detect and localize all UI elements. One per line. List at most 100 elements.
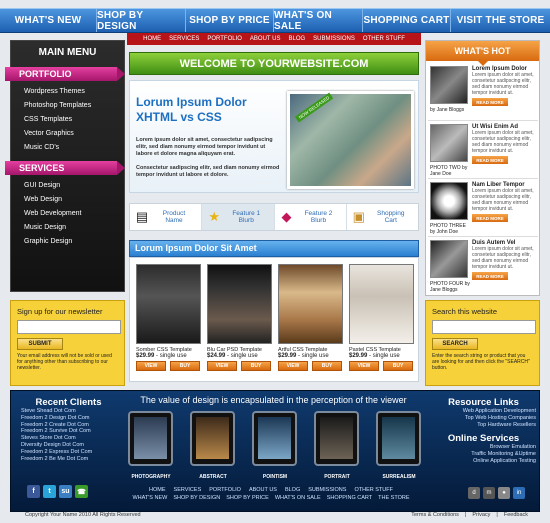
nav-shopping-cart[interactable]: SHOPPING CART <box>363 9 451 32</box>
resource-link[interactable]: Top Web Hosting Companies <box>431 415 536 422</box>
tablet-surrealism[interactable] <box>376 411 421 466</box>
footer-link[interactable]: SERVICES <box>174 487 202 493</box>
hero-image: NOW RELEASED <box>287 91 414 189</box>
hot-thumbnail[interactable] <box>430 66 468 104</box>
footer-link[interactable]: ABOUT US <box>249 487 277 493</box>
footer-link[interactable]: SUBMISSIONS <box>308 487 346 493</box>
subnav-submissions[interactable]: SUBMISSIONS <box>313 36 355 42</box>
feature-cart[interactable]: ▣ Shopping Cart <box>347 204 418 230</box>
stumbleupon-icon[interactable]: su <box>59 485 72 498</box>
footer-link[interactable]: SHOPPING CART <box>327 495 372 501</box>
terms-link[interactable]: Terms & Conditions <box>411 512 459 518</box>
nav-whats-new[interactable]: WHAT'S NEW <box>0 9 97 32</box>
buy-button[interactable]: BUY <box>312 361 342 371</box>
feature-2[interactable]: ◆ Feature 2 Blurb <box>275 204 347 230</box>
view-button[interactable]: VIEW <box>207 361 237 371</box>
footer-link[interactable]: WHAT'S NEW <box>132 495 167 501</box>
read-more-button[interactable]: READ MORE <box>472 214 508 222</box>
menu-item-music-design[interactable]: Music Design <box>11 221 124 235</box>
portfolio-category[interactable]: PORTFOLIO <box>5 67 125 81</box>
menu-item-web-design[interactable]: Web Design <box>11 193 124 207</box>
tablet-photography[interactable] <box>128 411 173 466</box>
subnav-other[interactable]: OTHER STUFF <box>363 36 405 42</box>
read-more-button[interactable]: READ MORE <box>472 98 508 106</box>
read-more-button[interactable]: READ MORE <box>472 272 508 280</box>
resource-link[interactable]: Top Hardware Resellers <box>431 422 536 429</box>
resource-link[interactable]: Web Application Development <box>431 408 536 415</box>
hot-thumbnail[interactable] <box>430 182 468 220</box>
tablet-portrait[interactable] <box>314 411 359 466</box>
services-category[interactable]: SERVICES <box>5 161 125 175</box>
tablet-pointism[interactable] <box>252 411 297 466</box>
menu-item-css[interactable]: CSS Templates <box>11 113 124 127</box>
subnav-portfolio[interactable]: PORTFOLIO <box>207 36 242 42</box>
footer-link[interactable]: WHAT'S ON SALE <box>275 495 321 501</box>
nav-shop-by-design[interactable]: SHOP BY DESIGN <box>97 9 186 32</box>
buy-button[interactable]: BUY <box>241 361 271 371</box>
linkedin-icon[interactable]: in <box>513 487 525 499</box>
privacy-link[interactable]: Privacy <box>472 512 490 518</box>
buy-button[interactable]: BUY <box>170 361 200 371</box>
nav-shop-by-price[interactable]: SHOP BY PRICE <box>186 9 274 32</box>
menu-item-gui[interactable]: GUI Design <box>11 179 124 193</box>
search-button[interactable]: SEARCH <box>432 338 478 350</box>
product-thumbnail[interactable] <box>136 264 201 344</box>
view-button[interactable]: VIEW <box>136 361 166 371</box>
feature-1[interactable]: ★ Feature 1 Blurb <box>202 204 275 230</box>
twitter-icon[interactable]: t <box>43 485 56 498</box>
buy-button[interactable]: BUY <box>383 361 413 371</box>
footer-link[interactable]: SHOP BY DESIGN <box>173 495 220 501</box>
nav-visit-store[interactable]: VISIT THE STORE <box>451 9 550 32</box>
footer-link[interactable]: BLOG <box>285 487 300 493</box>
client-link[interactable]: Freedom 2 Be Me Dot Com <box>21 456 116 463</box>
client-link[interactable]: Diversity Design Dot Com <box>21 442 116 449</box>
facebook-icon[interactable]: f <box>27 485 40 498</box>
feedback-link[interactable]: Feedback <box>504 512 528 518</box>
myspace-icon[interactable]: m <box>483 487 495 499</box>
client-link[interactable]: Freedom 2 Survive Dot Com <box>21 428 116 435</box>
footer-link[interactable]: THE STORE <box>378 495 409 501</box>
client-link[interactable]: Steve Shead Dot Com <box>21 408 116 415</box>
subnav-about[interactable]: ABOUT US <box>250 36 281 42</box>
footer-link[interactable]: SHOP BY PRICE <box>226 495 269 501</box>
submit-button[interactable]: SUBMIT <box>17 338 63 350</box>
newsletter-title: Sign up for our newsletter <box>17 307 103 316</box>
view-button[interactable]: VIEW <box>278 361 308 371</box>
footer-link[interactable]: OTHER STUFF <box>354 487 393 493</box>
client-link[interactable]: Freedom 2 Express Dot Com <box>21 449 116 456</box>
client-link[interactable]: Steves Store Dot Com <box>21 435 116 442</box>
menu-item-wordpress[interactable]: Wordpress Themes <box>11 85 124 99</box>
subnav-services[interactable]: SERVICES <box>169 36 199 42</box>
digg-icon[interactable]: d <box>468 487 480 499</box>
product-thumbnail[interactable] <box>349 264 414 344</box>
menu-item-vector[interactable]: Vector Graphics <box>11 127 124 141</box>
chat-icon[interactable]: ☎ <box>75 485 88 498</box>
feature-product-name[interactable]: ▤ Product Name <box>130 204 203 230</box>
menu-item-web-dev[interactable]: Web Development <box>11 207 124 221</box>
subnav-blog[interactable]: BLOG <box>288 36 305 42</box>
read-more-button[interactable]: READ MORE <box>472 156 508 164</box>
star-icon: ★ <box>208 209 221 224</box>
footer-link[interactable]: HOME <box>149 487 166 493</box>
newsletter-email-input[interactable] <box>17 320 121 334</box>
hot-thumbnail[interactable] <box>430 124 468 162</box>
flickr-icon[interactable]: ● <box>498 487 510 499</box>
client-link[interactable]: Freedom 2 Design Dot Com <box>21 415 116 422</box>
hot-thumbnail[interactable] <box>430 240 468 278</box>
social-icons: f t su ☎ <box>27 485 88 498</box>
menu-item-music-cds[interactable]: Music CD's <box>11 141 124 155</box>
view-button[interactable]: VIEW <box>349 361 379 371</box>
service-link[interactable]: Browser Emulation <box>431 444 536 451</box>
menu-item-graphic[interactable]: Graphic Design <box>11 235 124 249</box>
service-link[interactable]: Traffic Monitoring &Uptime <box>431 451 536 458</box>
footer-link[interactable]: PORTFOLIO <box>209 487 241 493</box>
search-input[interactable] <box>432 320 536 334</box>
product-thumbnail[interactable] <box>278 264 343 344</box>
tablet-abstract[interactable] <box>190 411 235 466</box>
nav-whats-on-sale[interactable]: WHAT'S ON SALE <box>274 9 363 32</box>
product-thumbnail[interactable] <box>207 264 272 344</box>
menu-item-photoshop[interactable]: Photoshop Templates <box>11 99 124 113</box>
subnav-home[interactable]: HOME <box>143 36 161 42</box>
client-link[interactable]: Freedom 2 Create Dot Com <box>21 422 116 429</box>
service-link[interactable]: Online Application Testing <box>431 458 536 465</box>
